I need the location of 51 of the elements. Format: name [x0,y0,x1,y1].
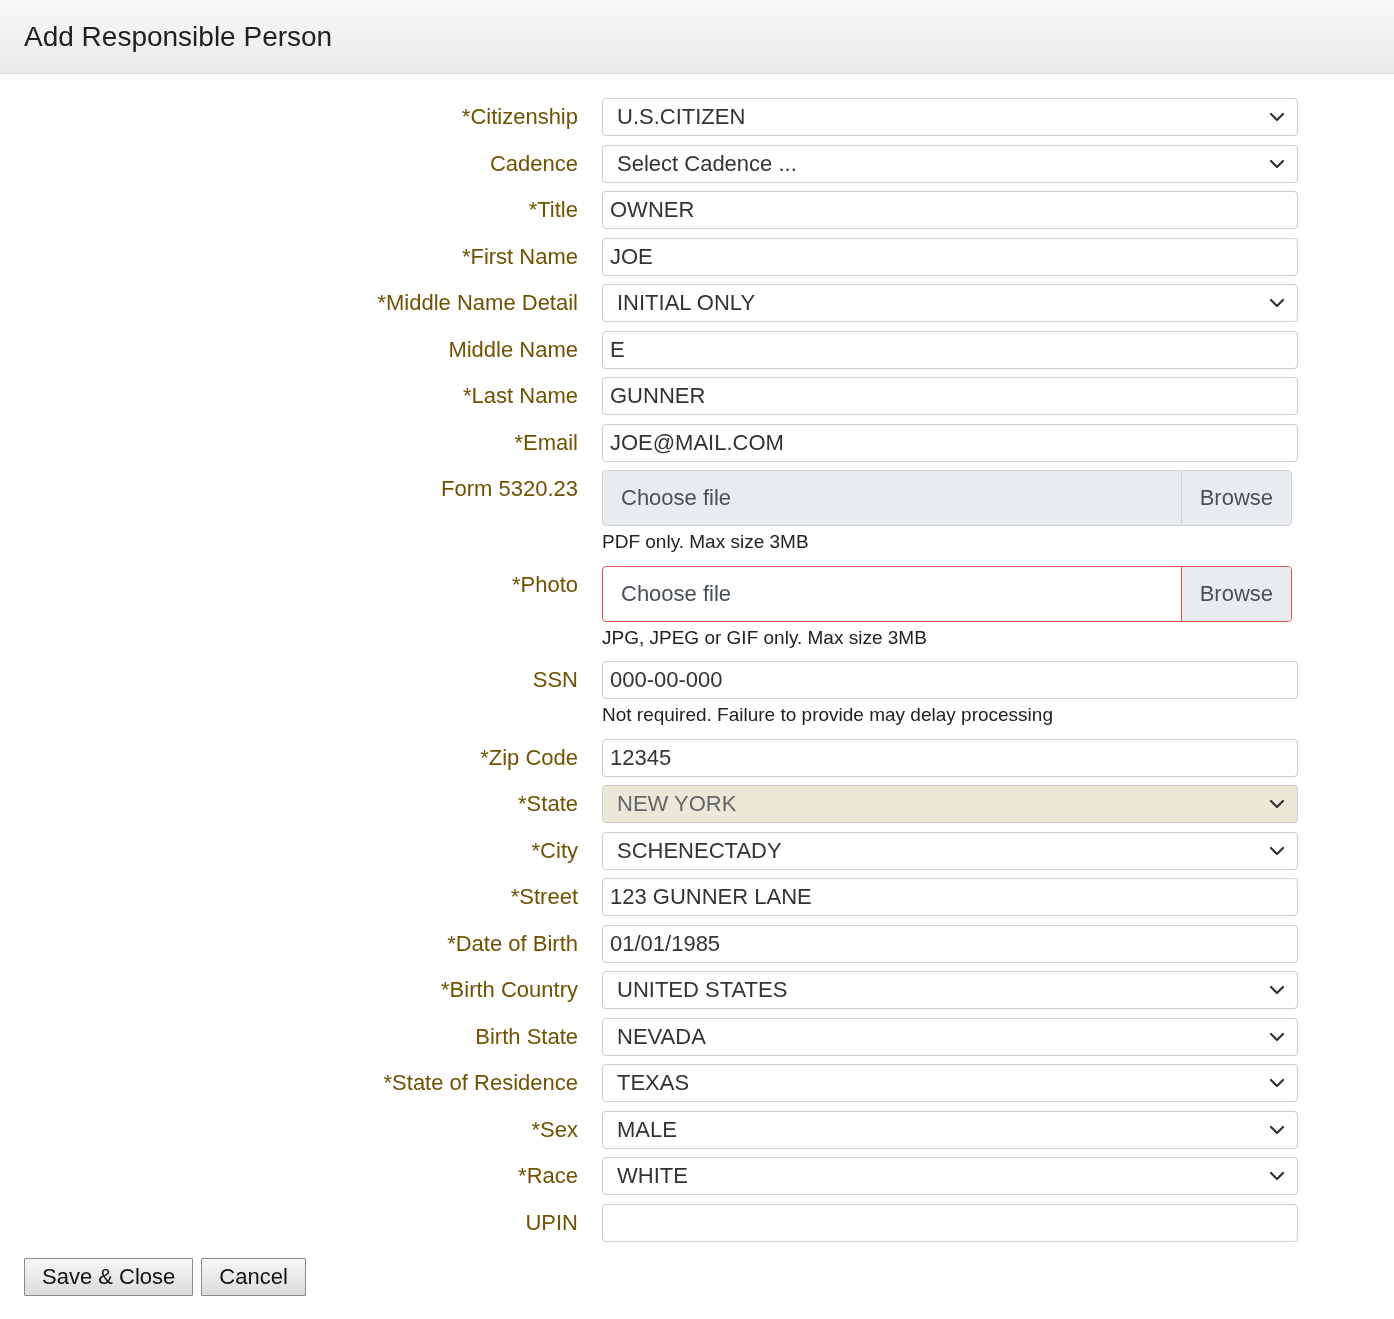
dropdown[interactable]: TEXAS [602,1064,1298,1102]
field-label: *Birth Country [441,976,578,1004]
dialog-title: Add Responsible Person [24,20,333,53]
field-label: *Middle Name Detail [377,289,578,317]
text-field[interactable]: OWNER [602,191,1298,229]
field-label: *Sex [531,1115,578,1144]
field-label: *Street [510,883,578,911]
dropdown[interactable]: WHITE [602,1157,1298,1195]
field-label: *State [518,790,578,818]
text-field[interactable]: 123 GUNNER LANE [602,878,1298,916]
text-field[interactable]: E [602,330,1298,369]
dropdown[interactable]: U.S.CITIZEN [602,98,1298,136]
cancel-button[interactable]: Cancel [201,1257,306,1296]
field-label: Middle Name [448,335,578,364]
browse-button[interactable]: Browse [1180,566,1291,621]
text-field[interactable]: 12345 [602,738,1298,777]
field-label: SSN [532,666,578,694]
save-button[interactable]: Save & Close [24,1257,194,1296]
dropdown[interactable]: SCHENECTADY [602,831,1298,870]
field-label: *Date of Birth [447,929,578,958]
field-label: *Citizenship [461,103,578,131]
dropdown[interactable]: UNITED STATES [602,971,1298,1009]
field-label: UPIN [525,1208,578,1237]
text-field[interactable]: GUNNER [602,377,1298,415]
field-label: *Email [514,428,578,457]
field-label: *Last Name [463,382,578,410]
field-label: *Zip Code [480,743,578,772]
field-label: Form 5320.23 [441,475,578,503]
dropdown[interactable]: Select Cadence ... [602,144,1298,183]
field-label: Cadence [489,149,578,178]
dropdown[interactable]: NEVADA [602,1017,1298,1056]
help-text: PDF only. Max size 3MB [602,531,810,553]
help-text: Not required. Failure to provide may delay processing [602,704,1054,726]
field-label: *City [531,836,578,865]
dropdown[interactable]: INITIAL ONLY [602,284,1298,322]
field-label: *State of Residence [383,1069,578,1097]
text-field[interactable]: JOE@MAIL.COM [602,423,1298,462]
file-input[interactable]: Choose file Browse [602,470,1292,526]
field-label: *Title [528,196,578,224]
field-label: *Photo [511,570,578,599]
dropdown[interactable]: MALE [602,1110,1298,1149]
field-label: Birth State [475,1022,578,1051]
help-text: JPG, JPEG or GIF only. Max size 3MB [602,626,928,649]
field-label: *First Name [461,242,578,271]
text-field[interactable]: JOE [602,237,1298,276]
text-field[interactable]: 000-00-000 [602,661,1298,699]
file-input[interactable]: Choose file Browse [602,565,1292,622]
browse-button[interactable]: Browse [1180,471,1291,525]
text-field[interactable] [602,1203,1298,1242]
field-label: *Race [518,1162,578,1190]
text-field[interactable]: 01/01/1985 [602,924,1298,963]
